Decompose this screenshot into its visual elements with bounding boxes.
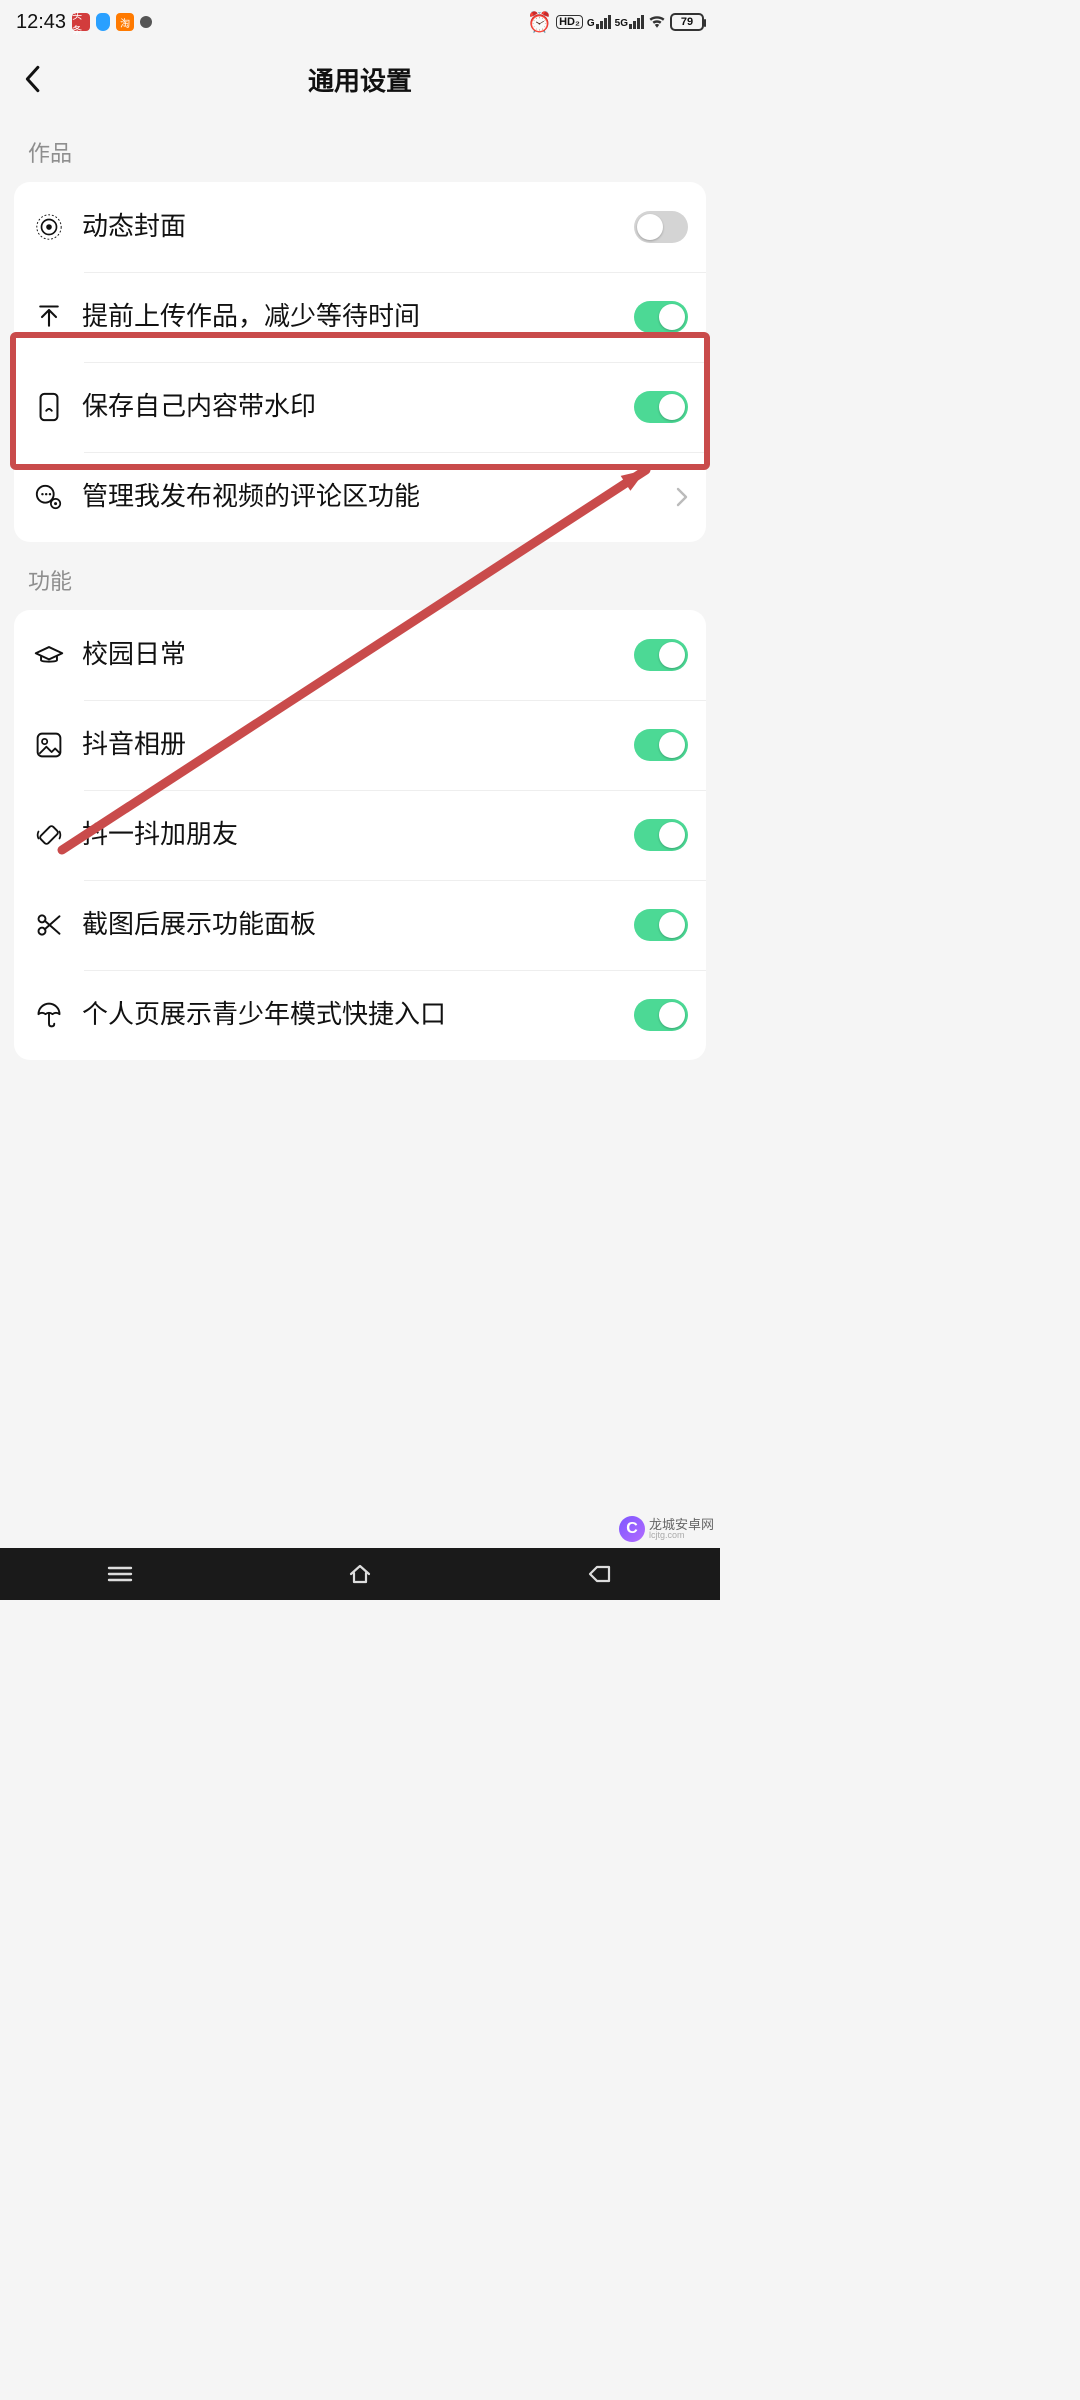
nav-back-button[interactable] xyxy=(570,1559,630,1589)
row-label: 抖一抖加朋友 xyxy=(82,817,618,852)
scissors-icon xyxy=(32,908,66,942)
alarm-icon: ⏰ xyxy=(527,10,552,35)
row-manage-comments[interactable]: 管理我发布视频的评论区功能 xyxy=(14,452,706,542)
row-label: 抖音相册 xyxy=(82,727,618,762)
comment-gear-icon xyxy=(32,480,66,514)
row-watermark[interactable]: 保存自己内容带水印 xyxy=(14,362,706,452)
nav-recent-button[interactable] xyxy=(90,1559,150,1589)
watermark-line2: lcjtg.com xyxy=(649,1531,714,1540)
row-album[interactable]: 抖音相册 xyxy=(14,700,706,790)
toggle-shake[interactable] xyxy=(634,819,688,851)
target-icon xyxy=(32,210,66,244)
card-works: 动态封面 提前上传作品，减少等待时间 保存自己内容带水印 管理我发布视频的评论区… xyxy=(14,182,706,542)
row-label: 保存自己内容带水印 xyxy=(82,389,618,424)
nav-home-button[interactable] xyxy=(330,1559,390,1589)
toggle-screenshot[interactable] xyxy=(634,909,688,941)
section-label-works: 作品 xyxy=(0,114,720,182)
row-label: 管理我发布视频的评论区功能 xyxy=(82,479,660,514)
phone-watermark-icon xyxy=(32,390,66,424)
battery-icon: 79 xyxy=(670,13,704,31)
umbrella-icon xyxy=(32,998,66,1032)
chevron-right-icon xyxy=(676,487,688,507)
header: 通用设置 xyxy=(0,44,720,114)
back-button[interactable] xyxy=(12,59,52,99)
system-nav-bar xyxy=(0,1548,720,1600)
graduation-cap-icon xyxy=(32,638,66,672)
section-label-features: 功能 xyxy=(0,542,720,610)
card-features: 校园日常 抖音相册 抖一抖加朋友 截图后展示功能面板 xyxy=(14,610,706,1060)
status-bar: 12:43 头条 淘 ⏰ HD₂ G 5G 79 xyxy=(0,0,720,44)
toggle-pre-upload[interactable] xyxy=(634,301,688,333)
settings-scroll[interactable]: 作品 动态封面 提前上传作品，减少等待时间 保存自己内容带水印 xyxy=(0,114,720,1548)
hd-icon: HD₂ xyxy=(556,15,583,29)
toggle-dynamic-cover[interactable] xyxy=(634,211,688,243)
toggle-teen-mode[interactable] xyxy=(634,999,688,1031)
row-label: 校园日常 xyxy=(82,637,618,672)
toggle-album[interactable] xyxy=(634,729,688,761)
row-label: 动态封面 xyxy=(82,209,618,244)
page-title: 通用设置 xyxy=(308,61,412,98)
row-label: 截图后展示功能面板 xyxy=(82,907,618,942)
wifi-icon xyxy=(648,11,666,34)
notification-dot-icon xyxy=(140,16,152,28)
app-icon-3: 淘 xyxy=(116,13,134,31)
row-pre-upload[interactable]: 提前上传作品，减少等待时间 xyxy=(14,272,706,362)
upload-icon xyxy=(32,300,66,334)
row-shake[interactable]: 抖一抖加朋友 xyxy=(14,790,706,880)
image-icon xyxy=(32,728,66,762)
row-teen-mode[interactable]: 个人页展示青少年模式快捷入口 xyxy=(14,970,706,1060)
row-dynamic-cover[interactable]: 动态封面 xyxy=(14,182,706,272)
toggle-campus[interactable] xyxy=(634,639,688,671)
status-time: 12:43 xyxy=(16,11,66,34)
app-icon-2 xyxy=(96,13,110,31)
source-watermark: C 龙城安卓网 lcjtg.com xyxy=(619,1516,714,1542)
row-label: 提前上传作品，减少等待时间 xyxy=(82,299,618,334)
app-icon-1: 头条 xyxy=(72,13,90,31)
row-screenshot[interactable]: 截图后展示功能面板 xyxy=(14,880,706,970)
row-label: 个人页展示青少年模式快捷入口 xyxy=(82,997,618,1032)
status-left: 12:43 头条 淘 xyxy=(16,11,152,34)
toggle-watermark[interactable] xyxy=(634,391,688,423)
status-right: ⏰ HD₂ G 5G 79 xyxy=(527,10,704,35)
signal-1-icon: G xyxy=(587,15,611,29)
shake-icon xyxy=(32,818,66,852)
watermark-logo-icon: C xyxy=(619,1516,645,1542)
signal-2-icon: 5G xyxy=(615,15,644,29)
row-campus[interactable]: 校园日常 xyxy=(14,610,706,700)
